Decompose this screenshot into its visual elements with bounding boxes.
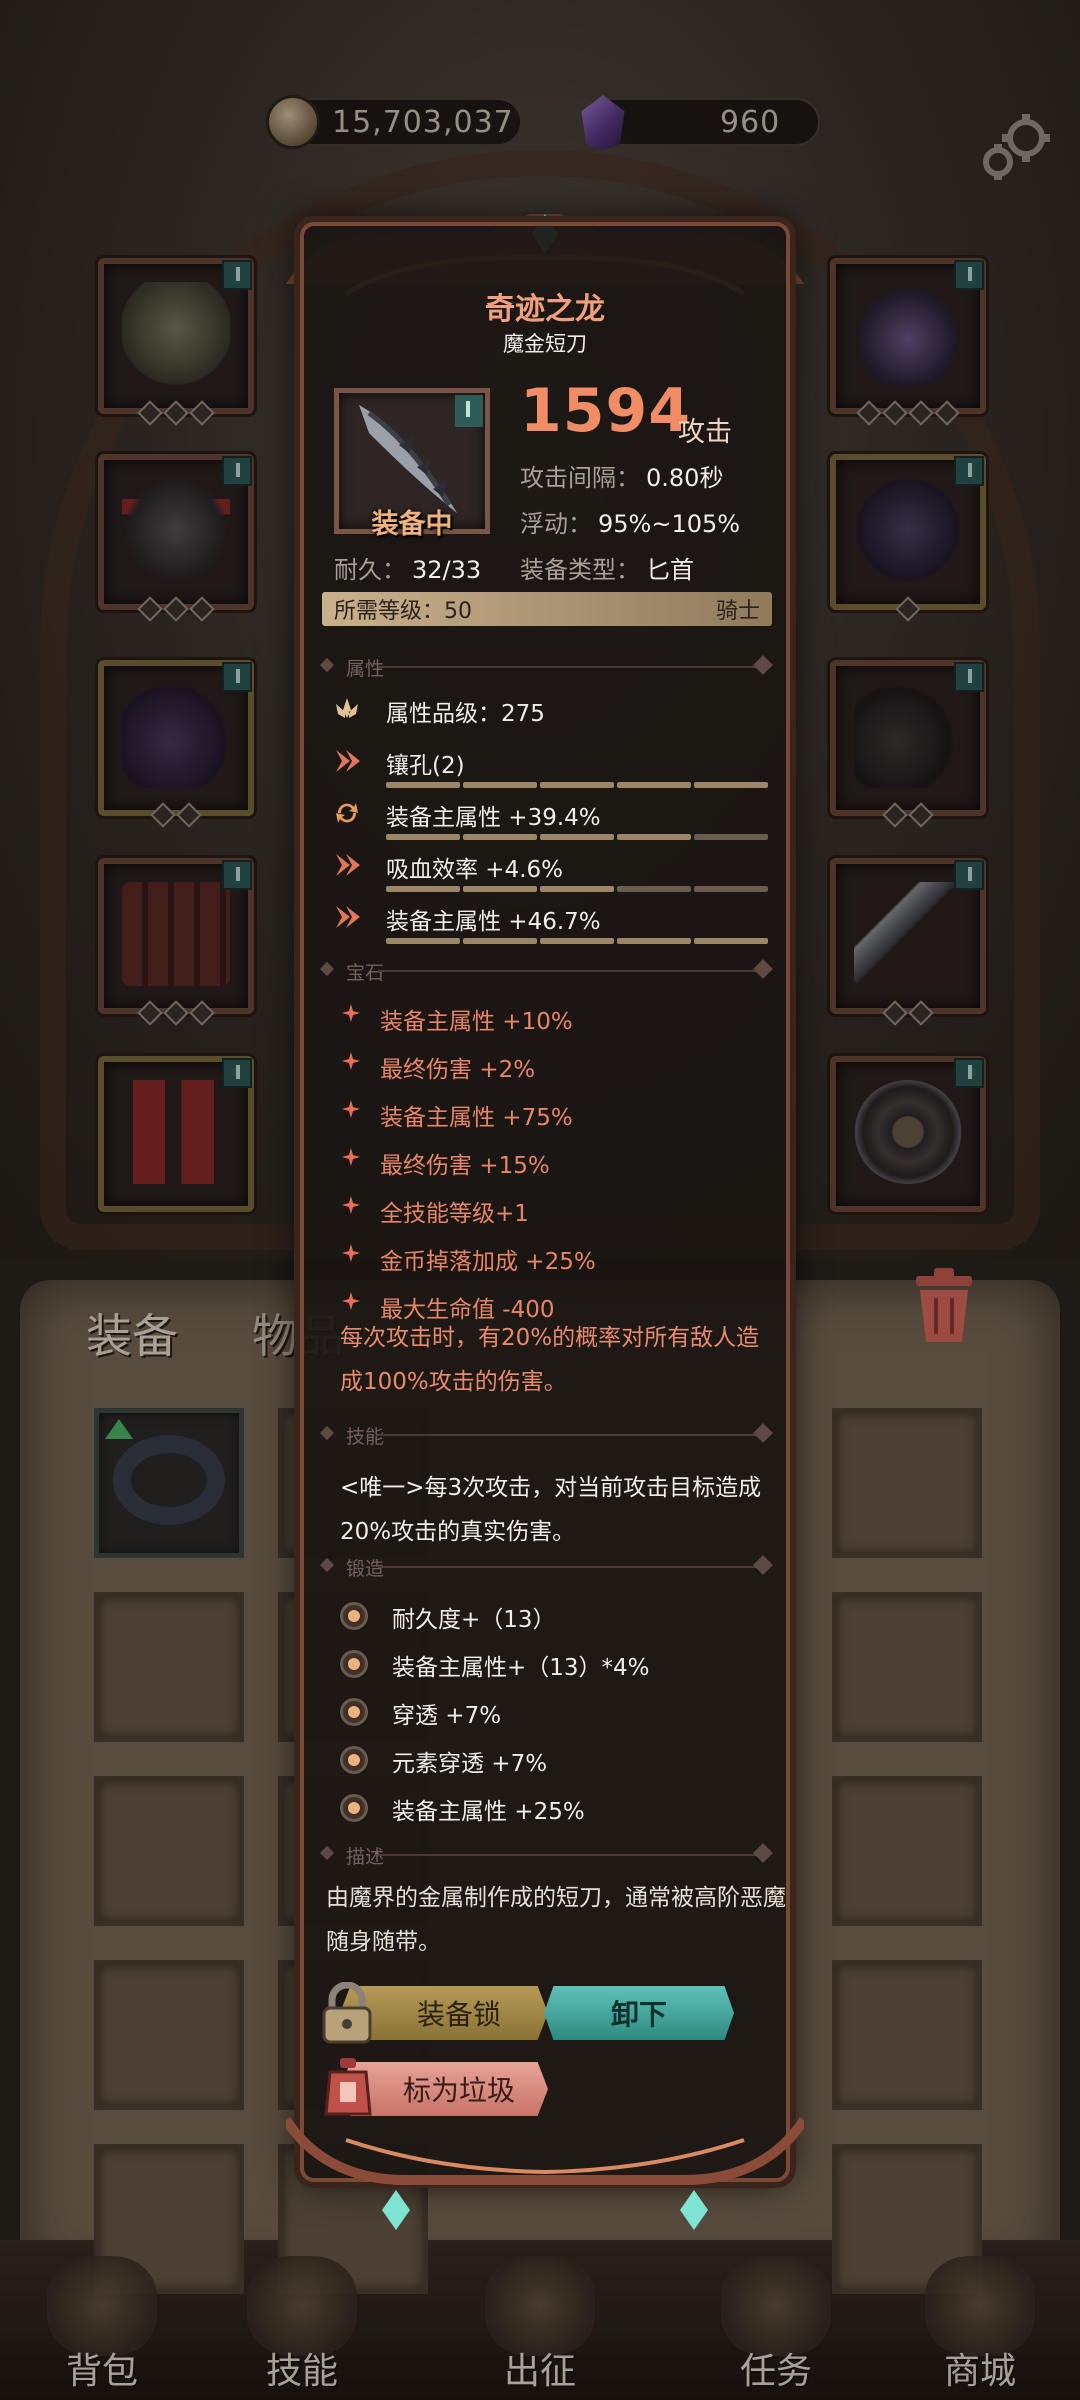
arrow-chevron-icon [336, 750, 360, 772]
item-detail-popup: 奇迹之龙 魔金短刀 装备中 1594 攻击 攻击间隔： 0.80秒 浮动： 95%~… [300, 222, 790, 2182]
section-attributes: 属性 [319, 654, 774, 680]
forge-text: 元素穿透 +7% [392, 1751, 548, 1777]
sparkle-icon [342, 1292, 360, 1310]
required-level-value: 50 [444, 599, 473, 624]
sparkle-icon [342, 1052, 360, 1070]
gem-text: 装备主属性 +75% [380, 1105, 573, 1131]
attribute-text: 装备主属性 +39.4% [386, 805, 601, 831]
attack-interval: 攻击间隔： 0.80秒 [520, 458, 723, 493]
forge-text: 耐久度+（13） [392, 1607, 556, 1633]
attribute-text: 装备主属性 +46.7% [386, 909, 601, 935]
equip-type-value: 匕首 [646, 556, 694, 584]
sparkle-icon [342, 1196, 360, 1214]
attribute-text: 吸血效率 +4.6% [386, 857, 564, 883]
sparkle-icon [342, 1004, 360, 1022]
item-description: 由魔界的金属制作成的短刀，通常被高阶恶魔随身随带。 [326, 1885, 786, 1955]
attribute-text: 镶孔(2) [386, 753, 465, 779]
unequip-button[interactable]: 卸下 [544, 1986, 734, 2040]
upgrade-badge-icon [455, 395, 483, 427]
forge-dot-icon [340, 1602, 368, 1630]
sparkle-icon [342, 1148, 360, 1166]
float-label: 浮动： [520, 510, 592, 538]
equipped-status: 装备中 [371, 509, 453, 540]
gem-text: 最终伤害 +2% [380, 1057, 536, 1083]
attack-interval-value: 0.80秒 [646, 464, 724, 492]
attribute-row: 装备主属性 +46.7% [332, 898, 772, 944]
forge-dot-icon [340, 1650, 368, 1678]
required-level-label: 所需等级： [334, 599, 445, 624]
refresh-icon [336, 803, 358, 823]
gem-text: 金币掉落加成 +25% [380, 1249, 596, 1275]
section-description: 描述 [319, 1842, 774, 1868]
sparkle-icon [342, 1244, 360, 1262]
padlock-icon [322, 1982, 372, 2044]
required-level-bar: 所需等级：50 骑士 [322, 592, 772, 626]
required-class: 骑士 [715, 599, 760, 624]
forge-list: 耐久度+（13） 装备主属性+（13）*4% 穿透 +7% 元素穿透 +7% 装… [336, 1600, 766, 1860]
gem-list: 装备主属性 +10% 最终伤害 +2% 装备主属性 +75% 最终伤害 +15%… [342, 1002, 762, 1342]
durability-value: 32/33 [412, 556, 482, 584]
forge-text: 穿透 +7% [392, 1703, 502, 1729]
equipment-type: 装备类型： 匕首 [520, 550, 694, 585]
forge-dot-icon [340, 1794, 368, 1822]
gem-text: 最终伤害 +15% [380, 1153, 550, 1179]
item-type-name: 魔金短刀 [503, 332, 587, 356]
durability-label: 耐久： [334, 556, 406, 584]
attribute-row: 吸血效率 +4.6% [332, 846, 772, 892]
arrow-chevron-icon [336, 854, 360, 876]
float-value: 95%~105% [598, 510, 741, 538]
forge-text: 装备主属性+（13）*4% [392, 1655, 650, 1681]
attack-value: 1594 [520, 376, 691, 446]
forge-text: 装备主属性 +25% [392, 1799, 585, 1825]
attribute-row: 属性品级：275 [332, 690, 772, 736]
gem-text: 全技能等级+1 [380, 1201, 529, 1227]
equip-type-label: 装备类型： [520, 556, 640, 584]
arrow-chevron-icon [336, 906, 360, 928]
forge-dot-icon [340, 1746, 368, 1774]
section-forge: 锻造 [319, 1554, 774, 1580]
attribute-row: 装备主属性 +39.4% [332, 794, 772, 840]
popup-bottom-ornament [286, 2117, 804, 2230]
item-name: 奇迹之龙 [485, 292, 605, 327]
sparkle-icon [342, 1100, 360, 1118]
lotus-icon [336, 698, 358, 718]
damage-float: 浮动： 95%~105% [520, 504, 740, 539]
attack-label: 攻击 [678, 417, 732, 448]
section-skill: 技能 [319, 1422, 774, 1448]
forge-dot-icon [340, 1698, 368, 1726]
attack-interval-label: 攻击间隔： [520, 464, 640, 492]
attribute-row: 镶孔(2) [332, 742, 772, 788]
skill-text: <唯一>每3次攻击，对当前攻击目标造成20%攻击的真实伤害。 [340, 1475, 762, 1545]
special-effect-text: 每次攻击时，有20%的概率对所有敌人造成100%攻击的伤害。 [340, 1325, 760, 1395]
gem-text: 装备主属性 +10% [380, 1009, 573, 1035]
durability: 耐久： 32/33 [334, 550, 481, 585]
attribute-text: 属性品级：275 [386, 701, 545, 727]
section-gems: 宝石 [319, 958, 774, 984]
